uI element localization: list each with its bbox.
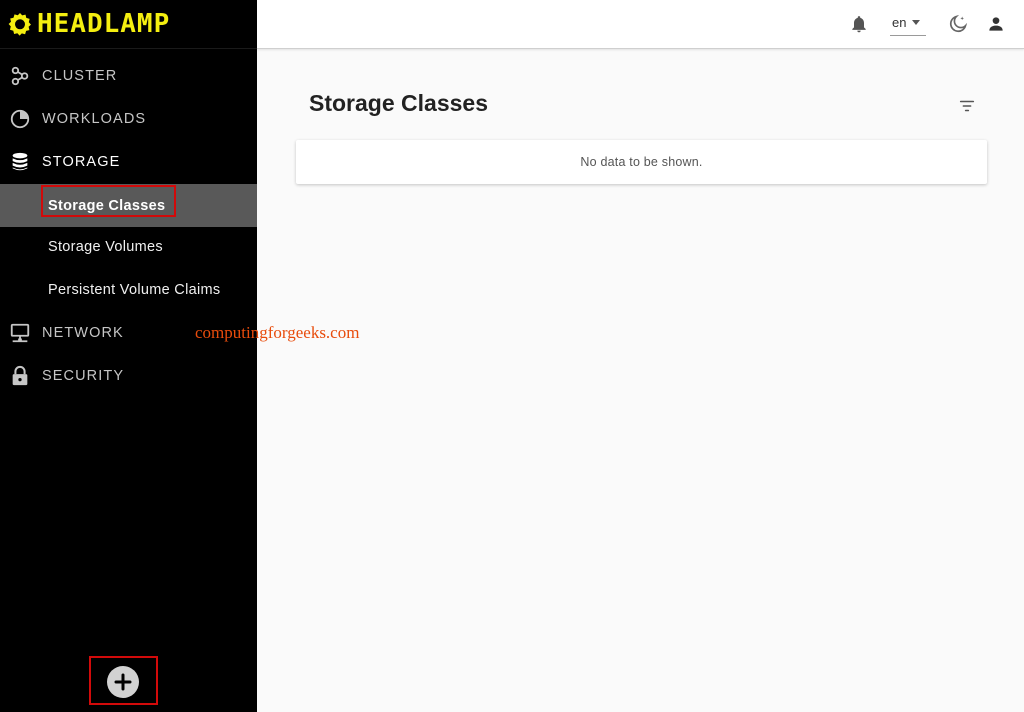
headlamp-logo[interactable]: HEADLAMP xyxy=(8,9,170,39)
bell-icon xyxy=(852,16,866,33)
sidebar-subitem-storage-classes[interactable]: Storage Classes xyxy=(0,184,257,227)
logo-text: HEADLAMP xyxy=(37,9,171,39)
sidebar-subitem-label: Storage Volumes xyxy=(48,238,163,255)
notifications-button[interactable] xyxy=(847,12,871,36)
sidebar-subitem-persistent-volume-claims[interactable]: Persistent Volume Claims xyxy=(0,268,257,311)
filter-button[interactable] xyxy=(957,96,977,116)
storage-icon xyxy=(9,151,31,173)
storage-classes-table: No data to be shown. xyxy=(296,140,987,184)
app-window: HEADLAMP CLUSTER WORKLOADS STORAGE Stora… xyxy=(0,0,1024,712)
sidebar-item-label: NETWORK xyxy=(42,324,124,341)
chevron-down-icon xyxy=(912,20,921,25)
person-icon xyxy=(989,17,1003,31)
add-button[interactable] xyxy=(107,666,139,698)
logo-divider xyxy=(0,48,257,49)
workloads-icon xyxy=(9,108,31,130)
empty-table-message: No data to be shown. xyxy=(580,155,703,169)
lock-icon xyxy=(9,365,31,387)
network-icon xyxy=(9,322,31,344)
page-title: Storage Classes xyxy=(309,90,488,116)
sidebar-subitem-label: Storage Classes xyxy=(48,197,166,214)
sidebar-item-label: STORAGE xyxy=(42,153,121,170)
sidebar-item-label: CLUSTER xyxy=(42,67,118,84)
theme-toggle-button[interactable] xyxy=(946,12,970,36)
sidebar-item-workloads[interactable]: WORKLOADS xyxy=(0,97,257,140)
sidebar-item-security[interactable]: SECURITY xyxy=(0,354,257,397)
sidebar-subitem-label: Persistent Volume Claims xyxy=(48,281,221,298)
sidebar-subitem-storage-volumes[interactable]: Storage Volumes xyxy=(0,225,257,268)
sidebar-item-storage[interactable]: STORAGE xyxy=(0,140,257,183)
watermark-text: computingforgeeks.com xyxy=(195,323,360,342)
filter-icon xyxy=(959,100,975,112)
sidebar-item-cluster[interactable]: CLUSTER xyxy=(0,54,257,97)
language-select[interactable]: en xyxy=(890,10,926,36)
top-bar: en xyxy=(257,0,1024,49)
moon-icon xyxy=(949,14,968,33)
sidebar: HEADLAMP CLUSTER WORKLOADS STORAGE Stora… xyxy=(0,0,257,712)
sidebar-item-label: SECURITY xyxy=(42,367,125,384)
headlamp-logo-icon xyxy=(8,13,31,36)
user-menu-button[interactable] xyxy=(984,12,1008,36)
cluster-icon xyxy=(9,65,31,87)
language-value: en xyxy=(892,15,907,30)
plus-icon xyxy=(114,673,132,691)
sidebar-item-label: WORKLOADS xyxy=(42,110,147,127)
